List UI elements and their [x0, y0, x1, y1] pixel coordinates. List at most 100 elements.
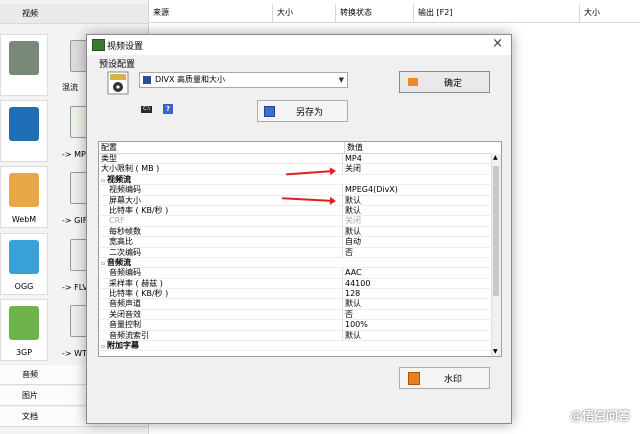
sidebar-category-label: 文档 — [22, 412, 38, 421]
property-name: 比特率 ( KB/秒 ) — [109, 289, 169, 299]
sidebar-category-label: 视频 — [22, 9, 38, 18]
close-icon[interactable]: × — [492, 36, 503, 51]
help-icon[interactable]: ? — [163, 104, 173, 114]
preset-selected-value: DIVX 高质量和大小 — [155, 75, 226, 84]
property-name: 类型 — [101, 154, 117, 163]
format-tile-label: WebM — [11, 215, 37, 224]
save-as-button[interactable]: 另存为 — [257, 100, 348, 122]
property-value[interactable]: 默认 — [342, 195, 361, 206]
property-value[interactable]: AAC — [342, 268, 362, 279]
arrow-right-icon — [408, 78, 418, 86]
dialog-title: 视频设置 — [107, 42, 144, 52]
property-value[interactable]: MP4 — [342, 154, 362, 165]
video-settings-dialog: 视频设置 × 预设配置 DIVX 高质量和大小 ▼ C:\ ? 确定 另存为 配… — [86, 34, 512, 424]
property-rows: 类型MP4大小限制 ( MB )关闭视频流视频编码MPEG4(DivX)屏幕大小… — [99, 154, 491, 352]
property-name: 每秒帧数 — [109, 226, 141, 236]
property-value[interactable]: 默认 — [342, 205, 361, 217]
format-tile-ogg[interactable]: OGG — [0, 233, 48, 295]
property-value[interactable]: 默认 — [342, 330, 361, 342]
property-row[interactable]: 比特率 ( KB/秒 ) 默认 — [99, 205, 491, 217]
property-section-row[interactable]: 附加字幕 — [99, 341, 491, 352]
scroll-down-icon[interactable]: ▼ — [493, 348, 498, 355]
property-row[interactable]: 音频流索引 默认 — [99, 330, 491, 342]
property-section-row[interactable]: 音频流 — [99, 258, 491, 269]
property-value[interactable]: MPEG4(DivX) — [342, 185, 398, 196]
property-row[interactable]: 比特率 ( KB/秒 ) 128 — [99, 289, 491, 300]
sidebar-category-video[interactable]: 视频 — [0, 4, 148, 24]
property-column-header: 配置 — [101, 143, 117, 152]
dialog-titlebar[interactable]: 视频设置 × — [87, 35, 511, 55]
watermark-text: @悟空问答 — [569, 409, 630, 423]
watermark-button-label: 水印 — [444, 375, 463, 385]
format-tile-film[interactable] — [0, 100, 48, 162]
property-name: 大小限制 ( MB ) — [101, 164, 160, 174]
property-value[interactable]: 自动 — [342, 237, 361, 248]
column-size[interactable]: 大小 — [272, 4, 293, 22]
property-value[interactable]: 默认 — [342, 226, 361, 238]
format-tile-webm[interactable]: WebM — [0, 166, 48, 228]
scroll-up-icon[interactable]: ▲ — [493, 154, 498, 161]
sidebar-category-label: 音频 — [22, 370, 38, 379]
watermark-icon — [408, 372, 420, 385]
value-column-header: 数值 — [344, 142, 363, 153]
property-name: 采样率 ( 赫兹 ) — [109, 278, 163, 288]
format-tile-device[interactable] — [0, 34, 48, 96]
property-row[interactable]: 二次编码 否 — [99, 247, 491, 258]
property-row[interactable]: 宽高比 自动 — [99, 237, 491, 248]
property-name: 比特率 ( KB/秒 ) — [109, 205, 169, 215]
ogg-file-icon — [9, 240, 39, 274]
column-source[interactable]: 来源 — [149, 4, 169, 22]
column-output[interactable]: 输出 [F2] — [413, 4, 452, 22]
file-list-header: 来源 大小 转换状态 输出 [F2] 大小 — [149, 4, 640, 23]
save-as-button-label: 另存为 — [296, 108, 324, 118]
3gp-file-icon — [9, 306, 39, 340]
ok-button[interactable]: 确定 — [399, 71, 490, 93]
property-value[interactable]: 否 — [342, 309, 353, 321]
format-tile-label: OGG — [14, 282, 34, 291]
preset-select[interactable]: DIVX 高质量和大小 ▼ — [139, 72, 348, 88]
vertical-scrollbar[interactable]: ▲ ▼ — [491, 154, 501, 356]
column-output-size[interactable]: 大小 — [579, 4, 600, 22]
scrollbar-thumb[interactable] — [493, 166, 499, 296]
column-status[interactable]: 转换状态 — [335, 4, 372, 22]
property-name: 视频编码 — [109, 185, 141, 195]
property-value[interactable]: 128 — [342, 289, 360, 300]
property-section-row[interactable]: 视频流 — [99, 175, 491, 186]
property-name: 二次编码 — [109, 247, 141, 257]
property-row[interactable]: 音频声道 默认 — [99, 299, 491, 310]
watermark-button[interactable]: 水印 — [399, 367, 490, 389]
property-value[interactable]: 默认 — [342, 299, 361, 310]
format-tile-3gp[interactable]: 3GP — [0, 299, 48, 361]
property-name: 关闭音效 — [109, 309, 141, 319]
property-value[interactable]: 否 — [342, 247, 353, 258]
sidebar-category-label: 图片 — [22, 391, 38, 400]
property-row[interactable]: 类型 MP4 — [99, 154, 491, 165]
property-row[interactable]: 视频编码 MPEG4(DivX) — [99, 185, 491, 196]
save-icon — [264, 106, 275, 117]
video-preset-icon — [107, 71, 129, 95]
chevron-down-icon: ▼ — [338, 76, 344, 84]
command-line-icon[interactable]: C:\ — [141, 106, 152, 113]
property-name: 附加字幕 — [101, 341, 139, 352]
phone-icon — [9, 41, 39, 75]
property-row[interactable]: 采样率 ( 赫兹 ) 44100 — [99, 278, 491, 290]
disk-icon — [143, 76, 151, 84]
property-row[interactable]: 关闭音效 否 — [99, 309, 491, 321]
film-icon — [9, 107, 39, 141]
property-value[interactable]: 44100 — [342, 278, 370, 290]
ok-button-label: 确定 — [444, 79, 463, 89]
property-row[interactable]: 音频编码 AAC — [99, 268, 491, 279]
property-name: 宽高比 — [109, 237, 133, 247]
property-name: 音频声道 — [109, 299, 141, 309]
property-row[interactable]: 音量控制 100% — [99, 320, 491, 331]
property-name: 音频编码 — [109, 268, 141, 278]
preset-label: 预设配置 — [99, 60, 136, 70]
app-icon — [92, 39, 105, 51]
property-row[interactable]: CRF 关闭 — [99, 216, 491, 227]
property-value[interactable]: 关闭 — [342, 164, 361, 175]
property-name: CRF — [109, 216, 125, 226]
property-value[interactable]: 100% — [342, 320, 368, 331]
property-grid-header: 配置 数值 — [99, 142, 491, 154]
property-row[interactable]: 每秒帧数 默认 — [99, 226, 491, 238]
property-value[interactable]: 关闭 — [342, 216, 361, 227]
